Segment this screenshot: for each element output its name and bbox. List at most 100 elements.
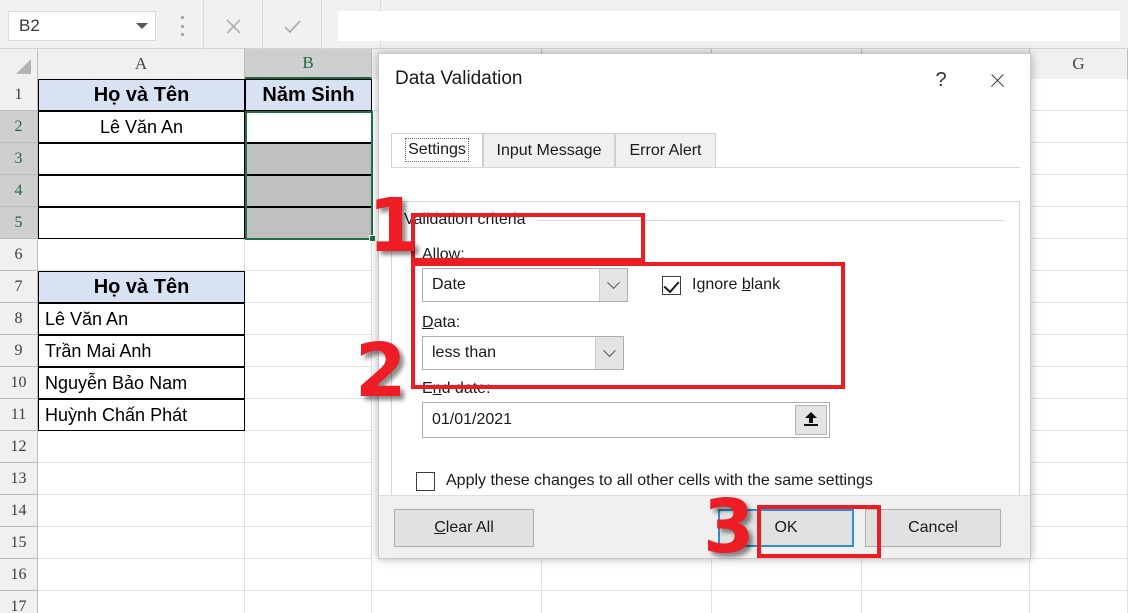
cell-a6[interactable]: [38, 239, 245, 271]
cell-b4[interactable]: [245, 175, 372, 207]
cell-a15[interactable]: [38, 527, 245, 559]
cell-b2[interactable]: [245, 111, 372, 143]
row-header-17[interactable]: 17: [0, 591, 38, 613]
chevron-down-icon[interactable]: [595, 337, 623, 369]
tab-input-message[interactable]: Input Message: [483, 133, 615, 167]
cell-g11[interactable]: [1030, 399, 1128, 431]
ignore-blank-checkbox[interactable]: [662, 276, 681, 295]
cell-b3[interactable]: [245, 143, 372, 175]
cell-g8[interactable]: [1030, 303, 1128, 335]
row-header-3[interactable]: 3: [0, 143, 38, 175]
row-header-16[interactable]: 16: [0, 559, 38, 591]
cell-a9[interactable]: Trần Mai Anh: [38, 335, 245, 367]
chevron-down-icon[interactable]: [599, 269, 627, 301]
formula-input[interactable]: [338, 11, 1120, 41]
cell-a1[interactable]: Họ và Tên: [38, 79, 245, 111]
cell-b1[interactable]: Năm Sinh: [245, 79, 372, 111]
cell-g4[interactable]: [1030, 175, 1128, 207]
name-box[interactable]: B2: [8, 11, 156, 41]
cell-b10[interactable]: [245, 367, 372, 399]
cell-a3[interactable]: [38, 143, 245, 175]
cell-b14[interactable]: [245, 495, 372, 527]
row-header-9[interactable]: 9: [0, 335, 38, 367]
cell-b11[interactable]: [245, 399, 372, 431]
row-header-1[interactable]: 1: [0, 79, 38, 111]
column-header-a[interactable]: A: [38, 49, 245, 79]
cell-b9[interactable]: [245, 335, 372, 367]
cancel-button[interactable]: Cancel: [865, 509, 1001, 547]
cell-b15[interactable]: [245, 527, 372, 559]
cell-a7[interactable]: Họ và Tên: [38, 271, 245, 303]
row-header-11[interactable]: 11: [0, 399, 38, 431]
data-select[interactable]: less than: [422, 336, 624, 370]
cell-b13[interactable]: [245, 463, 372, 495]
cell-b17[interactable]: [245, 591, 372, 613]
name-box-dropdown-icon[interactable]: [129, 23, 155, 29]
row-header-6[interactable]: 6: [0, 239, 38, 271]
cell-a11[interactable]: Huỳnh Chấn Phát: [38, 399, 245, 431]
cell-d17[interactable]: [542, 591, 712, 613]
cell-c17[interactable]: [372, 591, 542, 613]
cell-a2[interactable]: Lê Văn An: [38, 111, 245, 143]
cell-g15[interactable]: [1030, 527, 1128, 559]
cell-g2[interactable]: [1030, 111, 1128, 143]
close-icon[interactable]: [982, 66, 1012, 94]
cell-d16[interactable]: [542, 559, 712, 591]
end-date-field[interactable]: 01/01/2021: [422, 402, 830, 438]
row-header-10[interactable]: 10: [0, 367, 38, 399]
cell-g3[interactable]: [1030, 143, 1128, 175]
row-header-4[interactable]: 4: [0, 175, 38, 207]
cell-g13[interactable]: [1030, 463, 1128, 495]
tab-settings[interactable]: Settings: [391, 133, 483, 167]
cancel-x-icon[interactable]: [204, 11, 262, 41]
row-header-14[interactable]: 14: [0, 495, 38, 527]
cell-b16[interactable]: [245, 559, 372, 591]
cell-f17[interactable]: [862, 591, 1030, 613]
cell-g6[interactable]: [1030, 239, 1128, 271]
cell-b6[interactable]: [245, 239, 372, 271]
apply-all-checkbox[interactable]: [416, 472, 435, 491]
select-all-corner[interactable]: [0, 49, 38, 79]
cell-a4[interactable]: [38, 175, 245, 207]
more-options-icon[interactable]: [175, 16, 189, 36]
cell-a12[interactable]: [38, 431, 245, 463]
cell-g5[interactable]: [1030, 207, 1128, 239]
row-header-5[interactable]: 5: [0, 207, 38, 239]
ignore-blank-label[interactable]: Ignore blank: [692, 276, 780, 294]
cell-a8[interactable]: Lê Văn An: [38, 303, 245, 335]
cell-g12[interactable]: [1030, 431, 1128, 463]
cell-a14[interactable]: [38, 495, 245, 527]
row-header-13[interactable]: 13: [0, 463, 38, 495]
cell-a13[interactable]: [38, 463, 245, 495]
row-header-2[interactable]: 2: [0, 111, 38, 143]
row-header-7[interactable]: 7: [0, 271, 38, 303]
cell-g16[interactable]: [1030, 559, 1128, 591]
cell-g7[interactable]: [1030, 271, 1128, 303]
row-header-15[interactable]: 15: [0, 527, 38, 559]
confirm-check-icon[interactable]: [263, 11, 321, 41]
cell-b7[interactable]: [245, 271, 372, 303]
cell-b8[interactable]: [245, 303, 372, 335]
column-header-b[interactable]: B: [245, 49, 372, 79]
apply-all-label[interactable]: Apply these changes to all other cells w…: [446, 472, 873, 490]
cell-g14[interactable]: [1030, 495, 1128, 527]
allow-select[interactable]: Date: [422, 268, 628, 302]
tab-error-alert[interactable]: Error Alert: [615, 133, 716, 167]
cell-f16[interactable]: [862, 559, 1030, 591]
cell-g1[interactable]: [1030, 79, 1128, 111]
clear-all-button[interactable]: Clear All: [394, 509, 534, 547]
cell-a17[interactable]: [38, 591, 245, 613]
cell-g17[interactable]: [1030, 591, 1128, 613]
cell-a5[interactable]: [38, 207, 245, 239]
row-header-12[interactable]: 12: [0, 431, 38, 463]
cell-b12[interactable]: [245, 431, 372, 463]
cell-e17[interactable]: [712, 591, 862, 613]
cell-a10[interactable]: Nguyễn Bảo Nam: [38, 367, 245, 399]
help-icon[interactable]: ?: [927, 66, 955, 94]
cell-a16[interactable]: [38, 559, 245, 591]
cell-b5[interactable]: [245, 207, 372, 239]
collapse-dialog-icon[interactable]: [795, 405, 827, 435]
cell-g9[interactable]: [1030, 335, 1128, 367]
cell-c16[interactable]: [372, 559, 542, 591]
row-header-8[interactable]: 8: [0, 303, 38, 335]
